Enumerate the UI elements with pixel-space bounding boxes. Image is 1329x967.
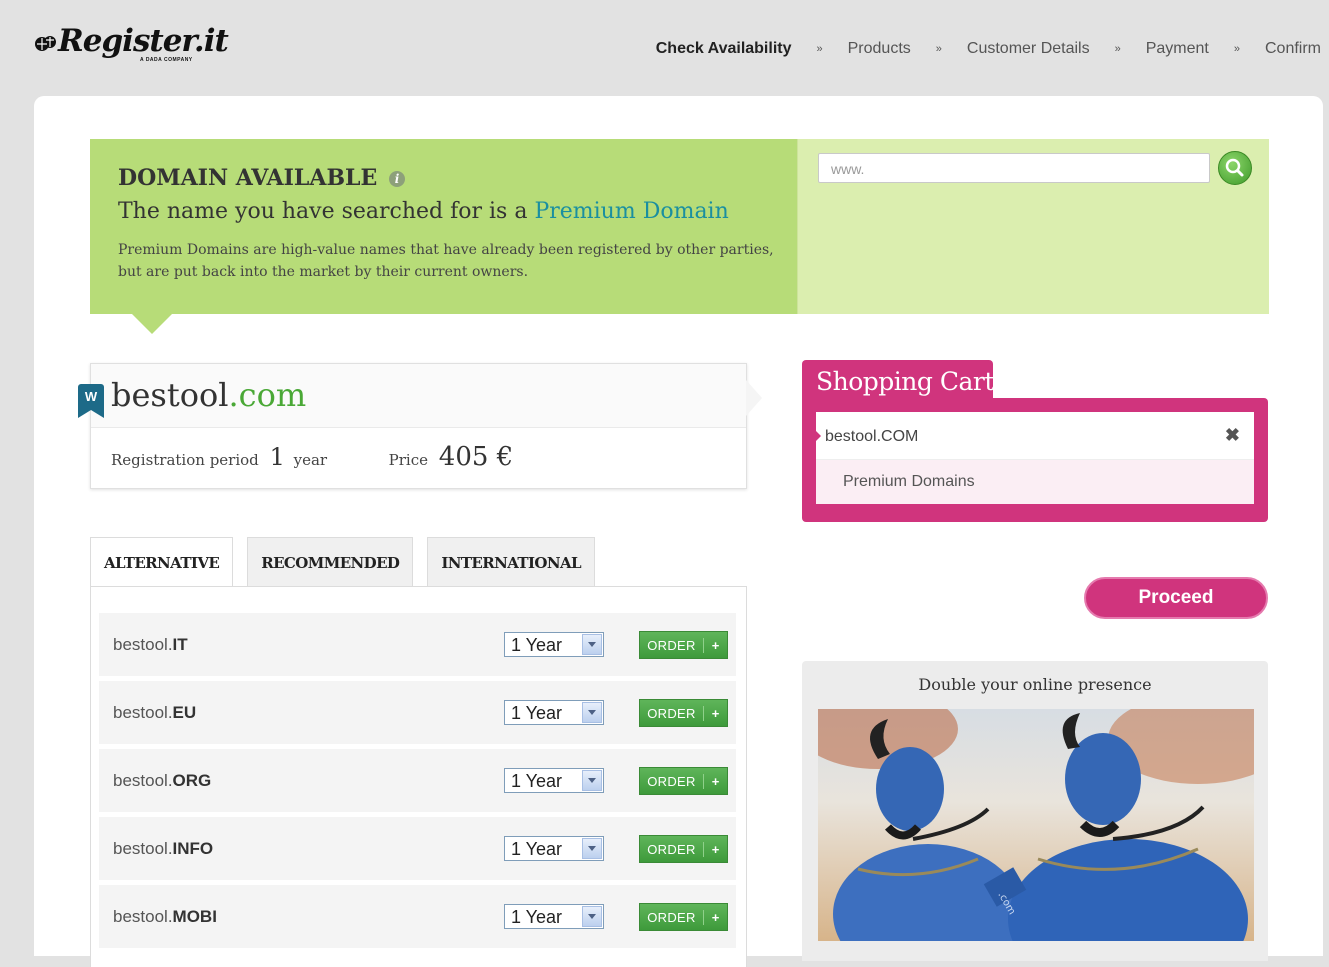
alt-domain-name: bestool.INFO [113,839,214,858]
period-select[interactable]: 1 Year [504,904,604,929]
plus-icon: + [711,909,720,925]
plus-icon: + [711,637,720,653]
shopping-cart: bestool.COM ✖ Premium Domains [802,398,1268,522]
registration-info: Registration period 1 year Price 405 € [111,442,513,472]
header: Register.it A DADA COMPANY Check Availab… [0,0,1329,96]
promo-image[interactable]: .com [818,709,1254,941]
order-button[interactable]: ORDER + [639,631,728,659]
step-confirm[interactable]: Confirm [1265,40,1321,58]
suggestion-tabs: ALTERNATIVE RECOMMENDED INTERNATIONAL [90,537,609,588]
order-label: ORDER [640,773,704,789]
genie-illustration-icon: .com [818,709,1254,941]
cart-category-label: Premium Domains [843,473,975,490]
chevron-down-icon[interactable] [582,906,602,927]
step-payment[interactable]: Payment [1146,40,1209,58]
cart-item: bestool.COM ✖ [816,412,1254,460]
step-separator: » [935,43,942,55]
plus-icon: + [711,841,720,857]
price-value: 405 € [438,442,514,472]
chevron-down-icon[interactable] [582,702,602,723]
order-label: ORDER [640,909,704,925]
availability-title: DOMAIN AVAILABLE i [118,165,405,191]
domain-name: bestool.com [111,376,306,414]
list-item: bestool.ORG 1 Year ORDER + [99,749,736,812]
registration-period-unit: year [293,451,328,469]
globe-logo-icon [35,35,56,51]
plus-icon: + [711,773,720,789]
tab-alternative[interactable]: ALTERNATIVE [90,537,234,588]
availability-subtitle: The name you have searched for is a Prem… [118,199,729,224]
period-select[interactable]: 1 Year [504,700,604,725]
domain-search-input[interactable]: www. [818,153,1210,183]
brand-logo[interactable]: Register.it A DADA COMPANY [34,23,229,63]
banner-message: DOMAIN AVAILABLE i The name you have sea… [90,139,797,334]
domain-tld: .com [228,376,307,414]
period-value: 1 Year [511,907,563,927]
order-button[interactable]: ORDER + [639,835,728,863]
domain-sld: bestool [111,376,229,414]
checkout-steps: Check Availability » Products » Customer… [656,40,1321,58]
period-select[interactable]: 1 Year [504,768,604,793]
step-separator: » [1114,43,1121,55]
alt-domain-name: bestool.EU [113,703,197,722]
order-button[interactable]: ORDER + [639,699,728,727]
premium-badge-icon: W [78,384,104,418]
list-item: bestool.IT 1 Year ORDER + [99,613,736,676]
brand-tagline: A DADA COMPANY [140,57,193,63]
order-label: ORDER [640,841,704,857]
premium-domain-link[interactable]: Premium Domain [534,199,728,224]
search-area: www. [797,139,1269,314]
list-item: bestool.INFO 1 Year ORDER + [99,817,736,880]
step-separator: » [816,43,823,55]
cart-item-name: bestool.COM [825,428,919,445]
promo-box: Double your online presence .com [802,661,1268,961]
alt-domain-name: bestool.MOBI [113,907,217,926]
search-icon [1225,158,1244,177]
registration-period-value: 1 [269,443,285,471]
chevron-down-icon[interactable] [582,634,602,655]
period-value: 1 Year [511,771,563,791]
cart-item-category: Premium Domains [816,460,1254,504]
order-button[interactable]: ORDER + [639,903,728,931]
close-icon[interactable]: ✖ [1225,425,1240,446]
availability-title-text: DOMAIN AVAILABLE [118,165,378,191]
period-value: 1 Year [511,839,563,859]
step-check-availability[interactable]: Check Availability [656,40,792,58]
plus-icon: + [711,705,720,721]
order-button[interactable]: ORDER + [639,767,728,795]
cart-contents: bestool.COM ✖ Premium Domains [816,412,1254,504]
period-select[interactable]: 1 Year [504,836,604,861]
period-value: 1 Year [511,635,563,655]
alternatives-list: bestool.IT 1 Year ORDER + bestool.EU 1 Ye… [90,586,747,967]
shopping-cart-title: Shopping Cart [802,360,994,400]
alt-domain-name: bestool.ORG [113,771,212,790]
list-item: bestool.MOBI 1 Year ORDER + [99,885,736,948]
main-panel: DOMAIN AVAILABLE i The name you have sea… [34,96,1323,967]
price-label: Price [388,451,428,469]
step-customer-details[interactable]: Customer Details [967,40,1090,58]
chevron-down-icon[interactable] [582,770,602,791]
search-button[interactable] [1218,151,1252,185]
tab-international[interactable]: INTERNATIONAL [427,537,595,586]
period-value: 1 Year [511,703,563,723]
info-icon[interactable]: i [388,171,405,187]
proceed-button[interactable]: Proceed [1084,577,1268,619]
availability-banner: DOMAIN AVAILABLE i The name you have sea… [90,139,1269,334]
alt-domain-name: bestool.IT [113,635,188,654]
promo-title: Double your online presence [918,675,1152,694]
list-item: bestool.EU 1 Year ORDER + [99,681,736,744]
tab-recommended[interactable]: RECOMMENDED [247,537,414,586]
order-label: ORDER [640,637,704,653]
order-label: ORDER [640,705,704,721]
domain-result-card: W bestool.com Registration period 1 year… [78,363,762,489]
registration-period-label: Registration period [111,451,259,469]
chevron-down-icon[interactable] [582,838,602,859]
step-products[interactable]: Products [848,40,911,58]
step-separator: » [1233,43,1240,55]
period-select[interactable]: 1 Year [504,632,604,657]
availability-description: Premium Domains are high-value names tha… [118,242,774,280]
brand-name: Register.it [58,23,229,59]
subtitle-text: The name you have searched for is a [118,199,535,224]
